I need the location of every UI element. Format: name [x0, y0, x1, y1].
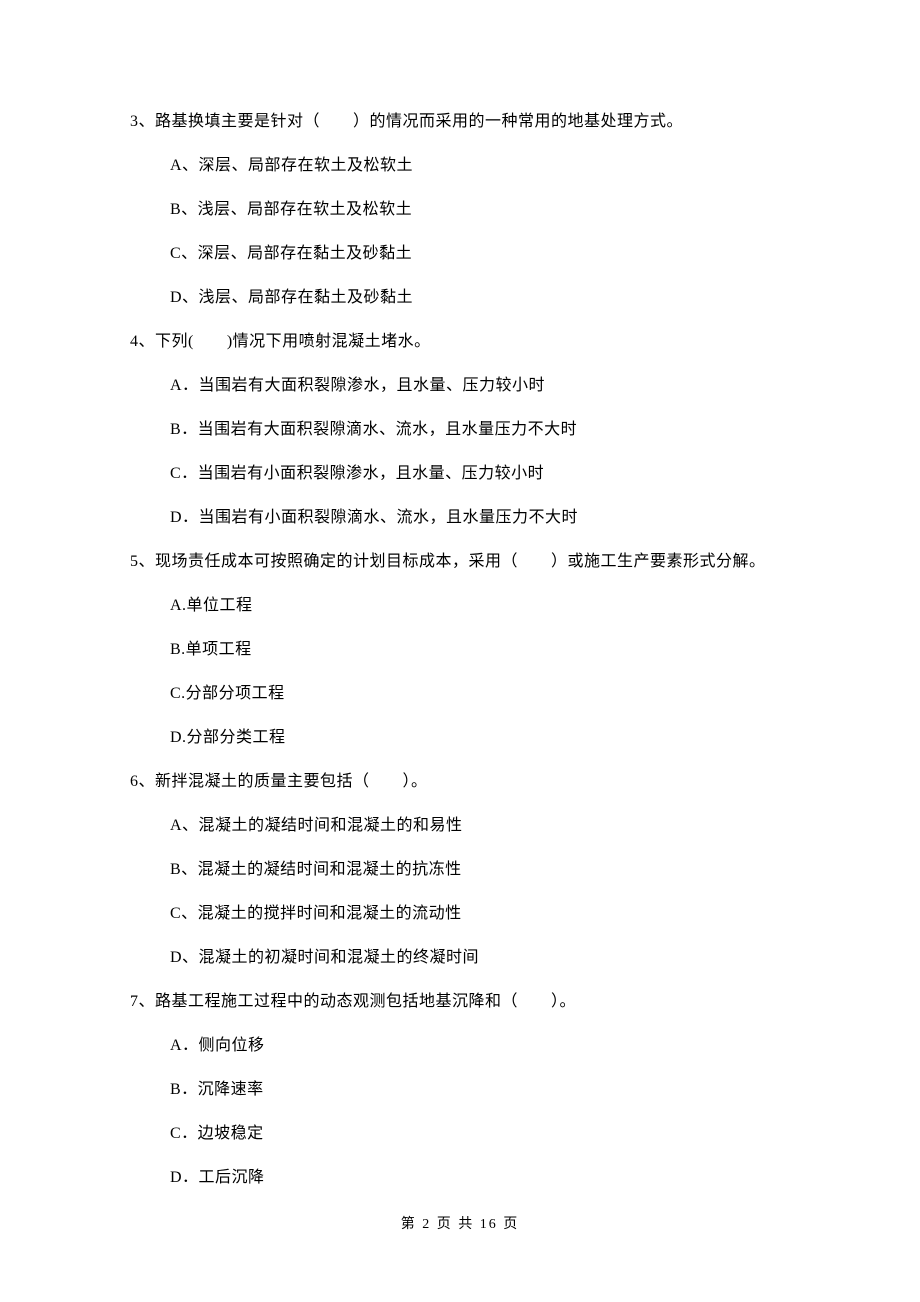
- option-list: A．侧向位移 B．沉降速率 C．边坡稳定 D．工后沉降: [130, 1034, 790, 1190]
- option-a: A、混凝土的凝结时间和混凝土的和易性: [170, 814, 790, 838]
- option-c: C、混凝土的搅拌时间和混凝土的流动性: [170, 902, 790, 926]
- option-list: A、混凝土的凝结时间和混凝土的和易性 B、混凝土的凝结时间和混凝土的抗冻性 C、…: [130, 814, 790, 970]
- option-b: B．当围岩有大面积裂隙滴水、流水，且水量压力不大时: [170, 418, 790, 442]
- option-d: D.分部分类工程: [170, 726, 790, 750]
- option-a: A、深层、局部存在软土及松软土: [170, 154, 790, 178]
- question-stem: 6、新拌混凝土的质量主要包括（ ）。: [130, 770, 790, 794]
- option-d: D、浅层、局部存在黏土及砂黏土: [170, 286, 790, 310]
- question-7: 7、路基工程施工过程中的动态观测包括地基沉降和（ ）。 A．侧向位移 B．沉降速…: [130, 990, 790, 1190]
- page-footer: 第 2 页 共 16 页: [130, 1214, 790, 1235]
- option-d: D、混凝土的初凝时间和混凝土的终凝时间: [170, 946, 790, 970]
- question-6: 6、新拌混凝土的质量主要包括（ ）。 A、混凝土的凝结时间和混凝土的和易性 B、…: [130, 770, 790, 970]
- option-d: D．工后沉降: [170, 1166, 790, 1190]
- option-b: B．沉降速率: [170, 1078, 790, 1102]
- option-b: B.单项工程: [170, 638, 790, 662]
- option-a: A．当围岩有大面积裂隙渗水，且水量、压力较小时: [170, 374, 790, 398]
- question-4: 4、下列( )情况下用喷射混凝土堵水。 A．当围岩有大面积裂隙渗水，且水量、压力…: [130, 330, 790, 530]
- question-3: 3、路基换填主要是针对（ ）的情况而采用的一种常用的地基处理方式。 A、深层、局…: [130, 110, 790, 310]
- option-b: B、浅层、局部存在软土及松软土: [170, 198, 790, 222]
- option-a: A．侧向位移: [170, 1034, 790, 1058]
- question-stem: 3、路基换填主要是针对（ ）的情况而采用的一种常用的地基处理方式。: [130, 110, 790, 134]
- option-list: A、深层、局部存在软土及松软土 B、浅层、局部存在软土及松软土 C、深层、局部存…: [130, 154, 790, 310]
- option-d: D．当围岩有小面积裂隙滴水、流水，且水量压力不大时: [170, 506, 790, 530]
- option-c: C、深层、局部存在黏土及砂黏土: [170, 242, 790, 266]
- option-c: C．当围岩有小面积裂隙渗水，且水量、压力较小时: [170, 462, 790, 486]
- option-c: C．边坡稳定: [170, 1122, 790, 1146]
- option-list: A.单位工程 B.单项工程 C.分部分项工程 D.分部分类工程: [130, 594, 790, 750]
- question-stem: 4、下列( )情况下用喷射混凝土堵水。: [130, 330, 790, 354]
- question-list: 3、路基换填主要是针对（ ）的情况而采用的一种常用的地基处理方式。 A、深层、局…: [130, 110, 790, 1190]
- option-c: C.分部分项工程: [170, 682, 790, 706]
- question-stem: 7、路基工程施工过程中的动态观测包括地基沉降和（ ）。: [130, 990, 790, 1014]
- option-list: A．当围岩有大面积裂隙渗水，且水量、压力较小时 B．当围岩有大面积裂隙滴水、流水…: [130, 374, 790, 530]
- option-a: A.单位工程: [170, 594, 790, 618]
- question-stem: 5、现场责任成本可按照确定的计划目标成本，采用（ ）或施工生产要素形式分解。: [130, 550, 790, 574]
- question-5: 5、现场责任成本可按照确定的计划目标成本，采用（ ）或施工生产要素形式分解。 A…: [130, 550, 790, 750]
- option-b: B、混凝土的凝结时间和混凝土的抗冻性: [170, 858, 790, 882]
